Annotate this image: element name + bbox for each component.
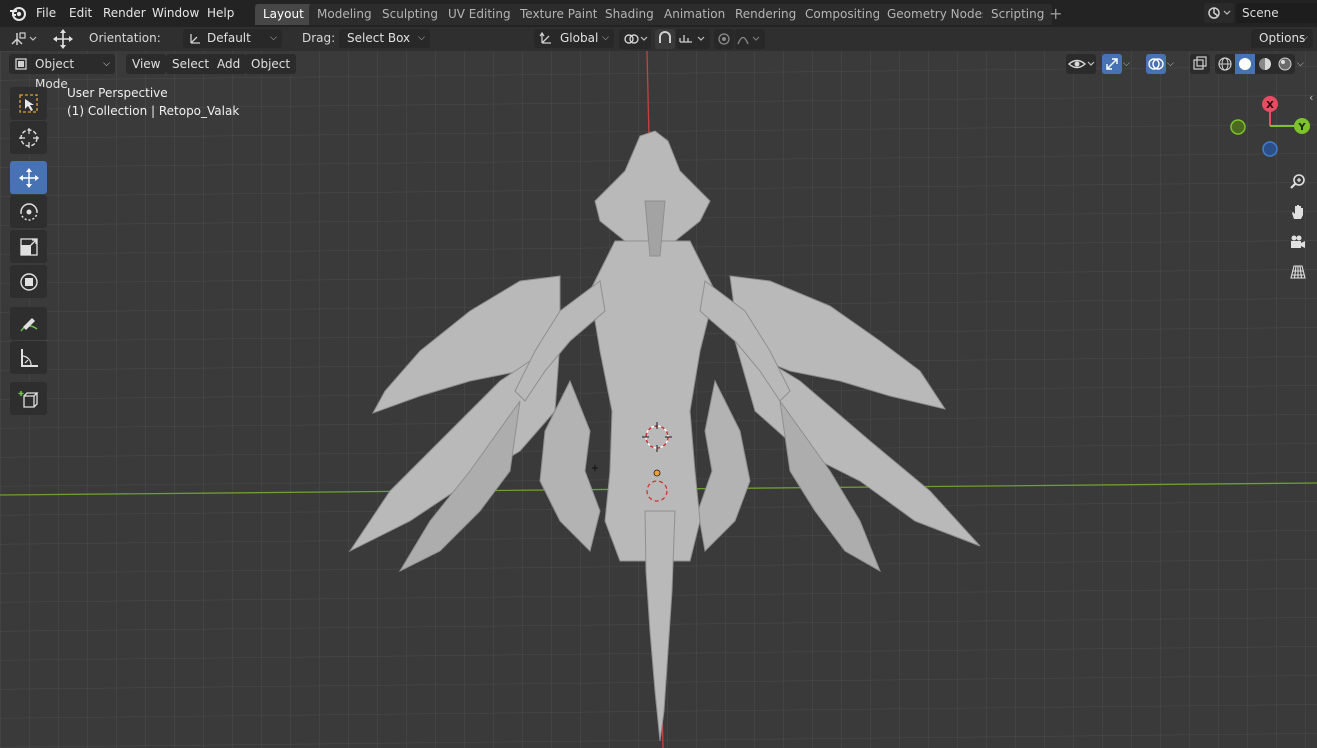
pivot-point-icon[interactable] bbox=[619, 29, 651, 49]
menu-select[interactable]: Select bbox=[166, 54, 216, 74]
options-label: Options bbox=[1259, 31, 1306, 45]
menu-window[interactable]: Window bbox=[150, 4, 201, 23]
solid-shading-icon[interactable] bbox=[1235, 54, 1255, 74]
select-box-tool[interactable] bbox=[10, 87, 47, 120]
orientation-dropdown[interactable]: Default ⌵ bbox=[183, 29, 282, 48]
wireframe-shading-icon[interactable] bbox=[1215, 54, 1235, 74]
tab-sculpting[interactable]: Sculpting bbox=[374, 4, 447, 25]
menu-file[interactable]: File bbox=[34, 4, 58, 23]
top-menu-bar: File Edit Render Window Help Layout Mode… bbox=[0, 0, 1317, 27]
hand-pan-icon[interactable] bbox=[1285, 199, 1311, 225]
menu-help[interactable]: Help bbox=[205, 4, 236, 23]
menu-view[interactable]: View bbox=[126, 54, 167, 74]
global-axes-icon bbox=[539, 31, 554, 46]
tab-texture-paint[interactable]: Texture Paint bbox=[512, 4, 606, 25]
tab-compositing[interactable]: Compositing bbox=[797, 4, 889, 25]
tab-animation[interactable]: Animation bbox=[656, 4, 734, 25]
collection-label: (1) Collection | Retopo_Valak bbox=[67, 104, 240, 118]
move-icon bbox=[18, 167, 39, 188]
tab-scripting[interactable]: Scripting bbox=[983, 4, 1053, 25]
annotate-tool[interactable] bbox=[10, 307, 47, 340]
chevron-down-icon[interactable]: ⌵ bbox=[1123, 54, 1139, 74]
gizmo-x-label: X bbox=[1266, 100, 1274, 111]
scene-name-text: Scene bbox=[1242, 6, 1279, 20]
tab-uv-editing[interactable]: UV Editing bbox=[440, 4, 519, 25]
falloff-curve-icon[interactable] bbox=[735, 29, 765, 49]
snap-toggle-icon[interactable] bbox=[655, 29, 675, 49]
menu-object[interactable]: Object bbox=[245, 54, 297, 74]
cursor-tool[interactable] bbox=[10, 121, 47, 154]
chevron-down-icon: ⌵ bbox=[103, 59, 110, 69]
drag-value: Select Box bbox=[347, 31, 411, 45]
xray-toggle-icon[interactable] bbox=[1190, 54, 1210, 74]
add-cube-icon bbox=[18, 390, 39, 408]
tab-layout[interactable]: Layout bbox=[255, 4, 312, 25]
select-box-icon bbox=[18, 93, 38, 113]
menu-edit[interactable]: Edit bbox=[67, 4, 94, 23]
scale-tool[interactable] bbox=[10, 230, 47, 263]
chevron-down-icon: ⌵ bbox=[602, 33, 609, 43]
rotate-icon bbox=[19, 202, 38, 221]
visibility-eye-icon[interactable] bbox=[1066, 54, 1096, 74]
gizmo-neg-y-handle[interactable] bbox=[1230, 119, 1246, 135]
scene-name-field[interactable]: Scene bbox=[1236, 3, 1317, 23]
tool-transform-affect-icon[interactable] bbox=[8, 29, 40, 49]
overlays-toggle-icon[interactable] bbox=[1146, 54, 1166, 74]
gizmo-z-axis-handle[interactable] bbox=[1262, 141, 1278, 157]
perspective-label: User Perspective bbox=[67, 86, 168, 100]
zoom-icon[interactable] bbox=[1285, 169, 1311, 195]
transform-tool[interactable] bbox=[10, 265, 47, 298]
gizmo-y-label: Y bbox=[1297, 122, 1306, 133]
chevron-left-icon[interactable]: ‹ bbox=[1309, 91, 1313, 104]
orientation-label: Orientation: bbox=[89, 31, 161, 45]
viewport-scene bbox=[0, 51, 1317, 748]
grid-perspective-icon[interactable] bbox=[1285, 259, 1311, 285]
transform-orientation-value: Global bbox=[560, 31, 599, 45]
scene-type-icon[interactable] bbox=[1204, 3, 1234, 23]
object-mode-dropdown[interactable]: Object Mode ⌵ bbox=[9, 54, 115, 91]
measure-ruler-icon bbox=[20, 348, 38, 367]
drag-label: Drag: bbox=[302, 31, 336, 45]
rendered-shading-icon[interactable] bbox=[1275, 54, 1295, 74]
add-cube-tool[interactable] bbox=[10, 382, 47, 415]
move-tool[interactable] bbox=[10, 161, 47, 194]
tab-shading[interactable]: Shading bbox=[597, 4, 662, 25]
cursor-icon bbox=[18, 127, 39, 148]
tab-rendering[interactable]: Rendering bbox=[727, 4, 805, 25]
plus-icon[interactable]: + bbox=[1049, 5, 1062, 23]
measure-tool[interactable] bbox=[10, 341, 47, 374]
navigation-gizmo[interactable]: X Y bbox=[1217, 93, 1317, 173]
chevron-down-icon[interactable]: ⌵ bbox=[1297, 54, 1313, 74]
tab-modeling[interactable]: Modeling bbox=[309, 4, 380, 25]
object-origin-point bbox=[653, 469, 661, 477]
transform-icon bbox=[19, 272, 38, 291]
tool-settings-header: Orientation: Default ⌵ Drag: Select Box … bbox=[0, 27, 1317, 51]
chevron-down-icon[interactable]: ⌵ bbox=[1167, 54, 1183, 74]
proportional-edit-icon[interactable] bbox=[714, 29, 734, 49]
rotate-tool[interactable] bbox=[10, 195, 47, 228]
chevron-down-icon: ⌵ bbox=[1301, 33, 1308, 43]
menu-add[interactable]: Add bbox=[211, 54, 247, 74]
snap-increment-icon[interactable] bbox=[676, 29, 710, 49]
tab-geometry-nodes[interactable]: Geometry Nodes bbox=[879, 4, 997, 25]
move-gizmo-icon[interactable] bbox=[50, 28, 76, 50]
annotate-pencil-icon bbox=[19, 317, 37, 331]
scale-icon bbox=[19, 237, 38, 256]
material-shading-icon[interactable] bbox=[1255, 54, 1275, 74]
blender-logo-icon[interactable] bbox=[9, 5, 27, 23]
axis-orientation-icon bbox=[188, 31, 203, 46]
object-mode-icon bbox=[14, 57, 28, 71]
menu-render[interactable]: Render bbox=[101, 4, 148, 23]
3d-viewport[interactable]: Object Mode ⌵ View Select Add Object ⌵ ⌵… bbox=[0, 51, 1317, 748]
camera-icon[interactable] bbox=[1285, 229, 1311, 255]
chevron-down-icon: ⌵ bbox=[270, 33, 277, 43]
orientation-value: Default bbox=[207, 31, 251, 45]
options-dropdown[interactable]: Options ⌵ bbox=[1251, 29, 1313, 48]
drag-dropdown[interactable]: Select Box ⌵ bbox=[339, 29, 430, 48]
chevron-down-icon: ⌵ bbox=[418, 33, 425, 43]
transform-orientation-dropdown[interactable]: Global ⌵ bbox=[534, 29, 614, 48]
gizmo-toggle-icon[interactable] bbox=[1102, 54, 1122, 74]
